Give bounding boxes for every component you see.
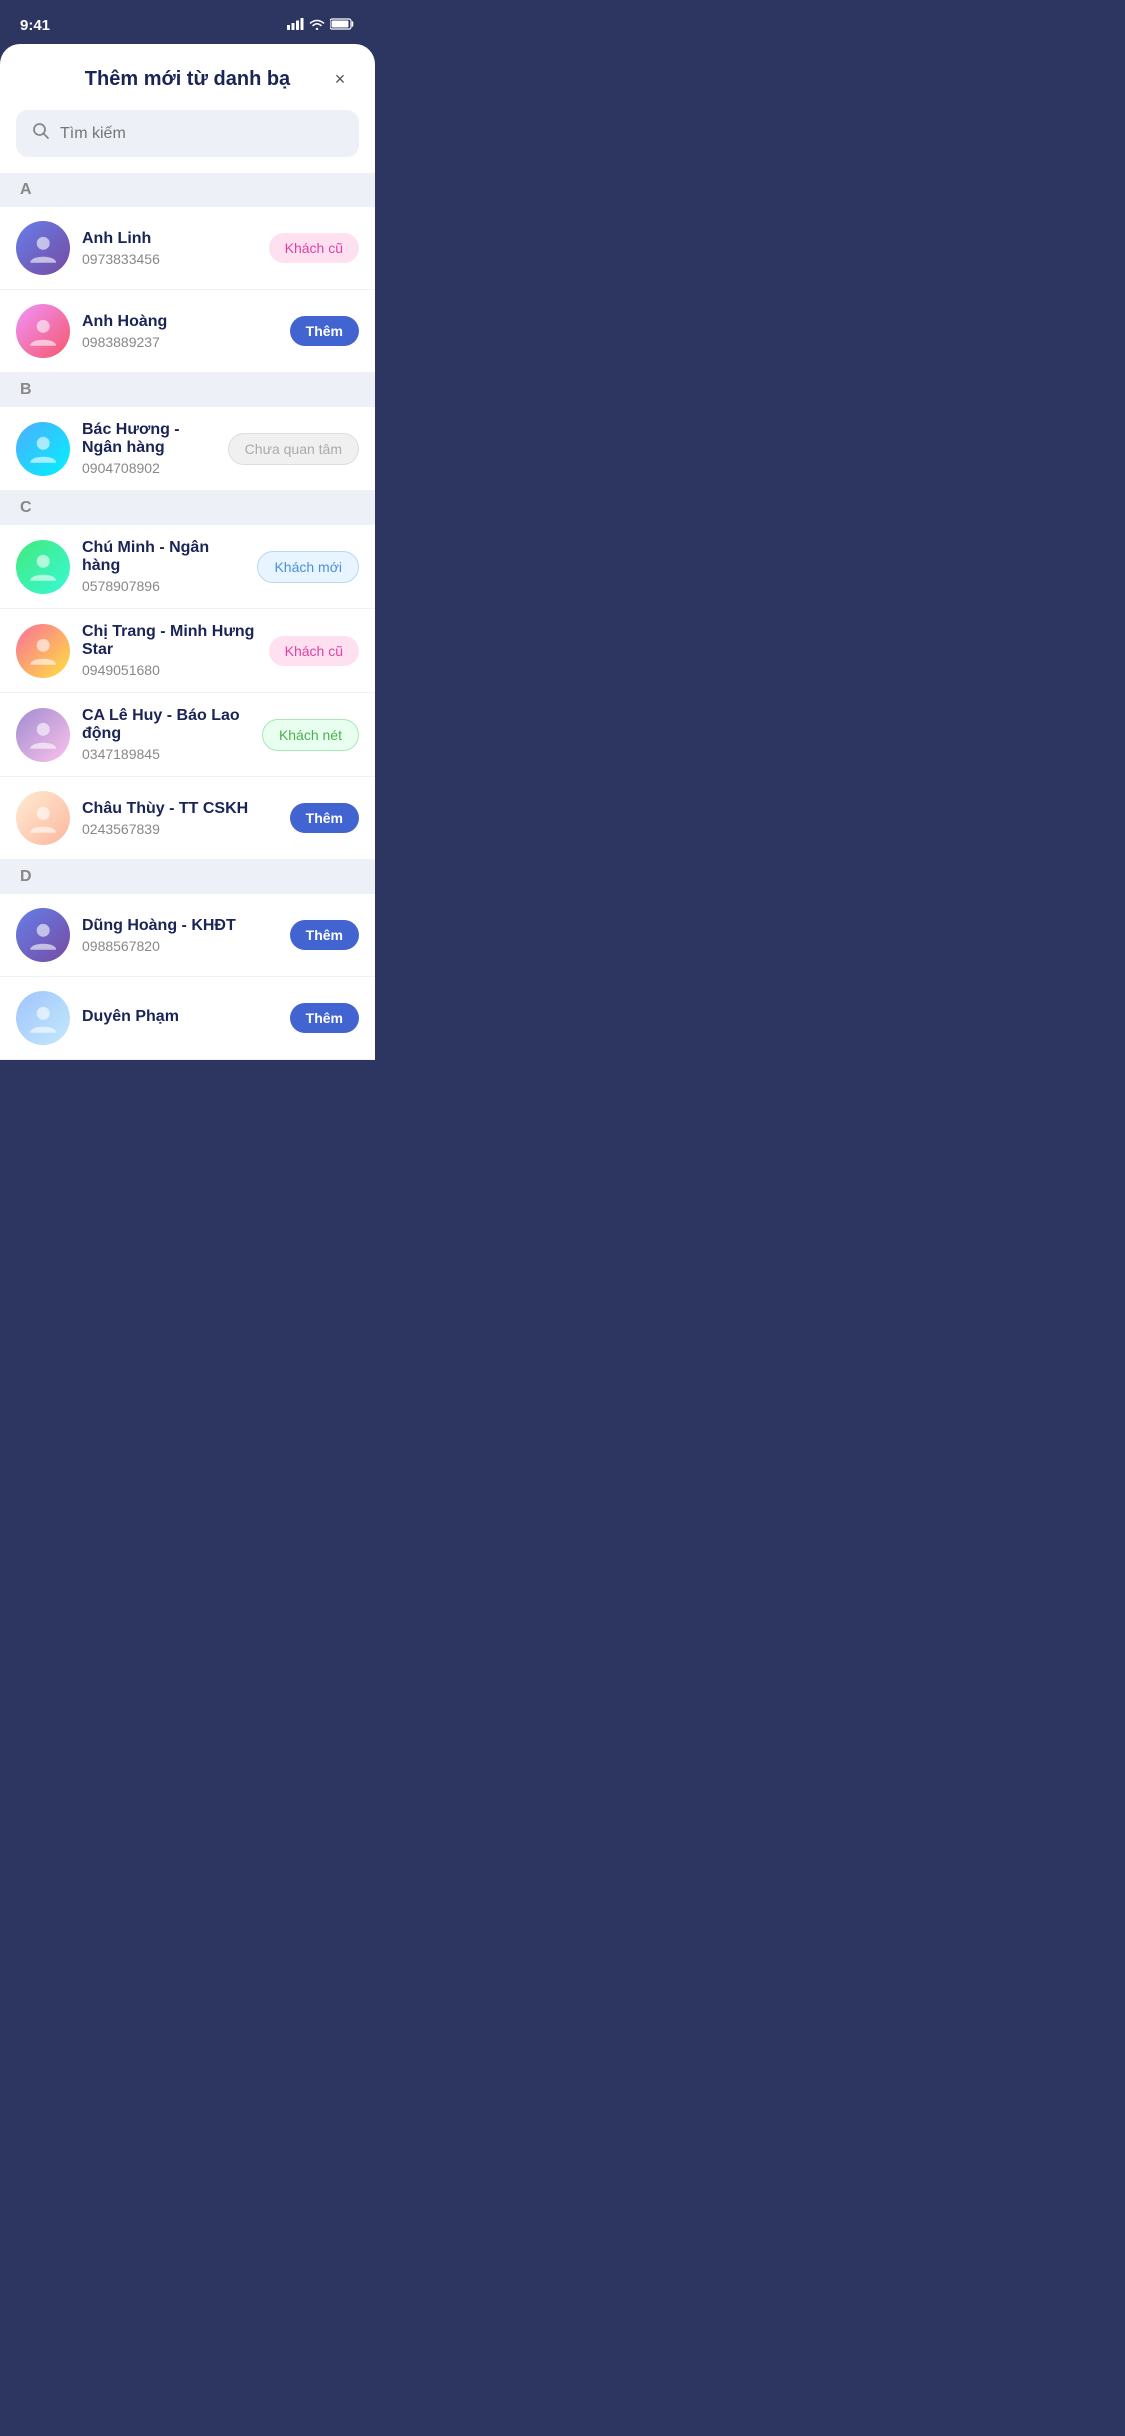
contact-phone: 0988567820	[82, 938, 278, 954]
badge-khach-moi: Khách mới	[257, 551, 359, 583]
contact-info: Bác Hương - Ngân hàng 0904708902	[82, 421, 216, 476]
avatar	[16, 221, 70, 275]
modal-title: Thêm mới từ danh bạ	[50, 68, 325, 91]
search-container	[0, 110, 375, 173]
contact-phone: 0347189845	[82, 746, 250, 762]
badge-khach-cu: Khách cũ	[269, 636, 359, 666]
contact-phone: 0243567839	[82, 821, 278, 837]
contact-name: Anh Hoàng	[82, 313, 278, 331]
contact-info: Anh Hoàng 0983889237	[82, 313, 278, 350]
search-input[interactable]	[60, 125, 343, 143]
status-icons	[287, 18, 355, 33]
badge-them[interactable]: Thêm	[290, 803, 359, 833]
contact-name: Duyên Phạm	[82, 1008, 278, 1026]
badge-them[interactable]: Thêm	[290, 920, 359, 950]
modal-header: Thêm mới từ danh bạ ×	[0, 44, 375, 110]
contact-item: Dũng Hoàng - KHĐT 0988567820 Thêm	[0, 894, 375, 977]
contact-item: Châu Thùy - TT CSKH 0243567839 Thêm	[0, 777, 375, 860]
contact-info: Châu Thùy - TT CSKH 0243567839	[82, 800, 278, 837]
wifi-icon	[309, 18, 325, 33]
avatar	[16, 422, 70, 476]
badge-them[interactable]: Thêm	[290, 316, 359, 346]
avatar	[16, 991, 70, 1045]
search-icon	[32, 122, 50, 145]
contact-info: CA Lê Huy - Báo Lao động 0347189845	[82, 707, 250, 762]
badge-khach-net: Khách nét	[262, 719, 359, 751]
contact-item: Anh Hoàng 0983889237 Thêm	[0, 290, 375, 373]
contact-list: A Anh Linh 0973833456 Khách cũ Anh Hoàng 09…	[0, 173, 375, 1060]
contact-phone: 0578907896	[82, 578, 245, 594]
contact-name: Chú Minh - Ngân hàng	[82, 539, 245, 575]
contact-item: Duyên Phạm Thêm	[0, 977, 375, 1060]
contact-item: Chú Minh - Ngân hàng 0578907896 Khách mới	[0, 525, 375, 609]
avatar	[16, 708, 70, 762]
search-bar	[16, 110, 359, 157]
contact-info: Dũng Hoàng - KHĐT 0988567820	[82, 917, 278, 954]
contact-name: Anh Linh	[82, 230, 257, 248]
contact-item: Anh Linh 0973833456 Khách cũ	[0, 207, 375, 290]
modal-container: Thêm mới từ danh bạ × A Anh Linh 09738334…	[0, 44, 375, 1060]
contact-info: Chú Minh - Ngân hàng 0578907896	[82, 539, 245, 594]
battery-icon	[330, 18, 355, 33]
status-bar: 9:41	[0, 0, 375, 44]
contact-phone: 0904708902	[82, 460, 216, 476]
contact-name: Dũng Hoàng - KHĐT	[82, 917, 278, 935]
avatar	[16, 791, 70, 845]
section-header-b: B	[0, 373, 375, 407]
close-button[interactable]: ×	[325, 64, 355, 94]
contact-name: Bác Hương - Ngân hàng	[82, 421, 216, 457]
badge-khach-cu: Khách cũ	[269, 233, 359, 263]
contact-phone: 0983889237	[82, 334, 278, 350]
contact-info: Chị Trang - Minh Hưng Star 0949051680	[82, 623, 257, 678]
avatar	[16, 624, 70, 678]
contact-info: Anh Linh 0973833456	[82, 230, 257, 267]
contact-name: CA Lê Huy - Báo Lao động	[82, 707, 250, 743]
avatar	[16, 304, 70, 358]
contact-item: Bác Hương - Ngân hàng 0904708902 Chưa quan…	[0, 407, 375, 491]
contact-phone: 0949051680	[82, 662, 257, 678]
badge-them[interactable]: Thêm	[290, 1003, 359, 1033]
section-header-c: C	[0, 491, 375, 525]
contact-item: Chị Trang - Minh Hưng Star 0949051680 Khác…	[0, 609, 375, 693]
contact-item: CA Lê Huy - Báo Lao động 0347189845 Khách …	[0, 693, 375, 777]
avatar	[16, 908, 70, 962]
contact-phone: 0973833456	[82, 251, 257, 267]
section-header-a: A	[0, 173, 375, 207]
status-time: 9:41	[20, 17, 50, 34]
contact-name: Châu Thùy - TT CSKH	[82, 800, 278, 818]
contact-info: Duyên Phạm	[82, 1008, 278, 1029]
section-header-d: D	[0, 860, 375, 894]
signal-icon	[287, 18, 304, 33]
contact-name: Chị Trang - Minh Hưng Star	[82, 623, 257, 659]
avatar	[16, 540, 70, 594]
badge-chua-quan-tam: Chưa quan tâm	[228, 433, 359, 465]
